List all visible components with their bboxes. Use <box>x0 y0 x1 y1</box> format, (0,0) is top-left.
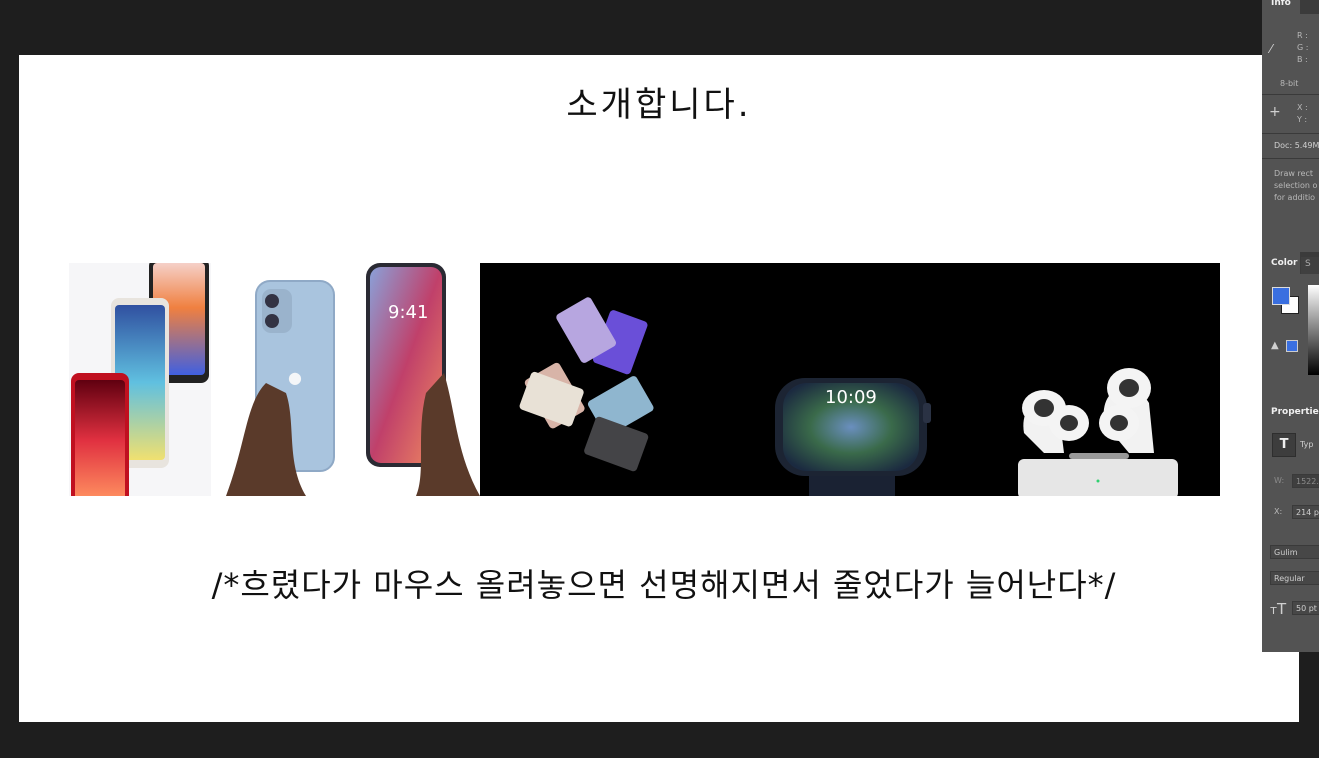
info-r-label: R : <box>1297 31 1308 40</box>
tab-color[interactable]: Color S <box>1262 252 1319 274</box>
x-label: X: <box>1274 507 1283 516</box>
tab-swatches[interactable]: S <box>1301 257 1319 274</box>
type-layer-label: Typ <box>1300 440 1314 449</box>
apple-watch-image: 10:09 <box>727 263 974 496</box>
doc-size-label: Doc: 5.49M <box>1274 141 1319 150</box>
font-family-select[interactable]: Gulim <box>1270 545 1319 559</box>
airpods-pro-image <box>974 263 1220 496</box>
info-b-label: B : <box>1297 55 1308 64</box>
hint-line-3: for additio <box>1274 193 1316 202</box>
text-type-icon: T <box>1272 433 1296 457</box>
hint-line-2: selection o <box>1274 181 1318 190</box>
page-heading: 소개합니다. <box>566 85 752 125</box>
document-canvas[interactable]: 소개합니다. ● 9:41 10:09 /*흐렸다가 마우스 올려놓으면 선명해… <box>19 55 1299 722</box>
width-label: W: <box>1274 476 1285 485</box>
tab-properties[interactable]: Properties <box>1262 400 1319 426</box>
font-style-select[interactable]: Regular <box>1270 571 1319 585</box>
iphone-14-image: ● 9:41 <box>226 263 480 496</box>
info-y-label: Y : <box>1297 115 1308 124</box>
hint-line-1: Draw rect <box>1274 169 1314 178</box>
web-safe-swatch[interactable] <box>1286 340 1298 352</box>
svg-text:●: ● <box>288 368 302 387</box>
tab-info[interactable]: Info <box>1262 0 1319 14</box>
info-x-label: X : <box>1297 103 1308 112</box>
font-size-icon: тT <box>1270 600 1287 618</box>
foreground-color-swatch[interactable] <box>1272 287 1290 305</box>
eyedropper-icon: ⁄ <box>1270 42 1273 56</box>
color-ramp[interactable] <box>1308 285 1319 375</box>
width-field[interactable]: 1522. <box>1292 474 1319 488</box>
iphone-se-image <box>69 263 211 496</box>
info-g-label: G : <box>1297 43 1309 52</box>
ipad-air-image <box>480 263 727 496</box>
font-size-field[interactable]: 50 pt <box>1292 601 1319 615</box>
caption-comment: /*흐렸다가 마우스 올려놓으면 선명해지면서 줄었다가 늘어난다*/ <box>211 566 1117 604</box>
bit-depth-label: 8-bit <box>1280 79 1299 88</box>
crosshair-icon: + <box>1269 104 1281 120</box>
photoshop-side-panel: Info ⁄ R : G : B : 8-bit + X : Y : Doc: … <box>1262 0 1319 652</box>
phone-time-text: 9:41 <box>388 302 428 323</box>
watch-time-text: 10:09 <box>825 387 877 408</box>
x-position-field[interactable]: 214 p <box>1292 505 1319 519</box>
warning-icon: ▲ <box>1271 340 1279 351</box>
